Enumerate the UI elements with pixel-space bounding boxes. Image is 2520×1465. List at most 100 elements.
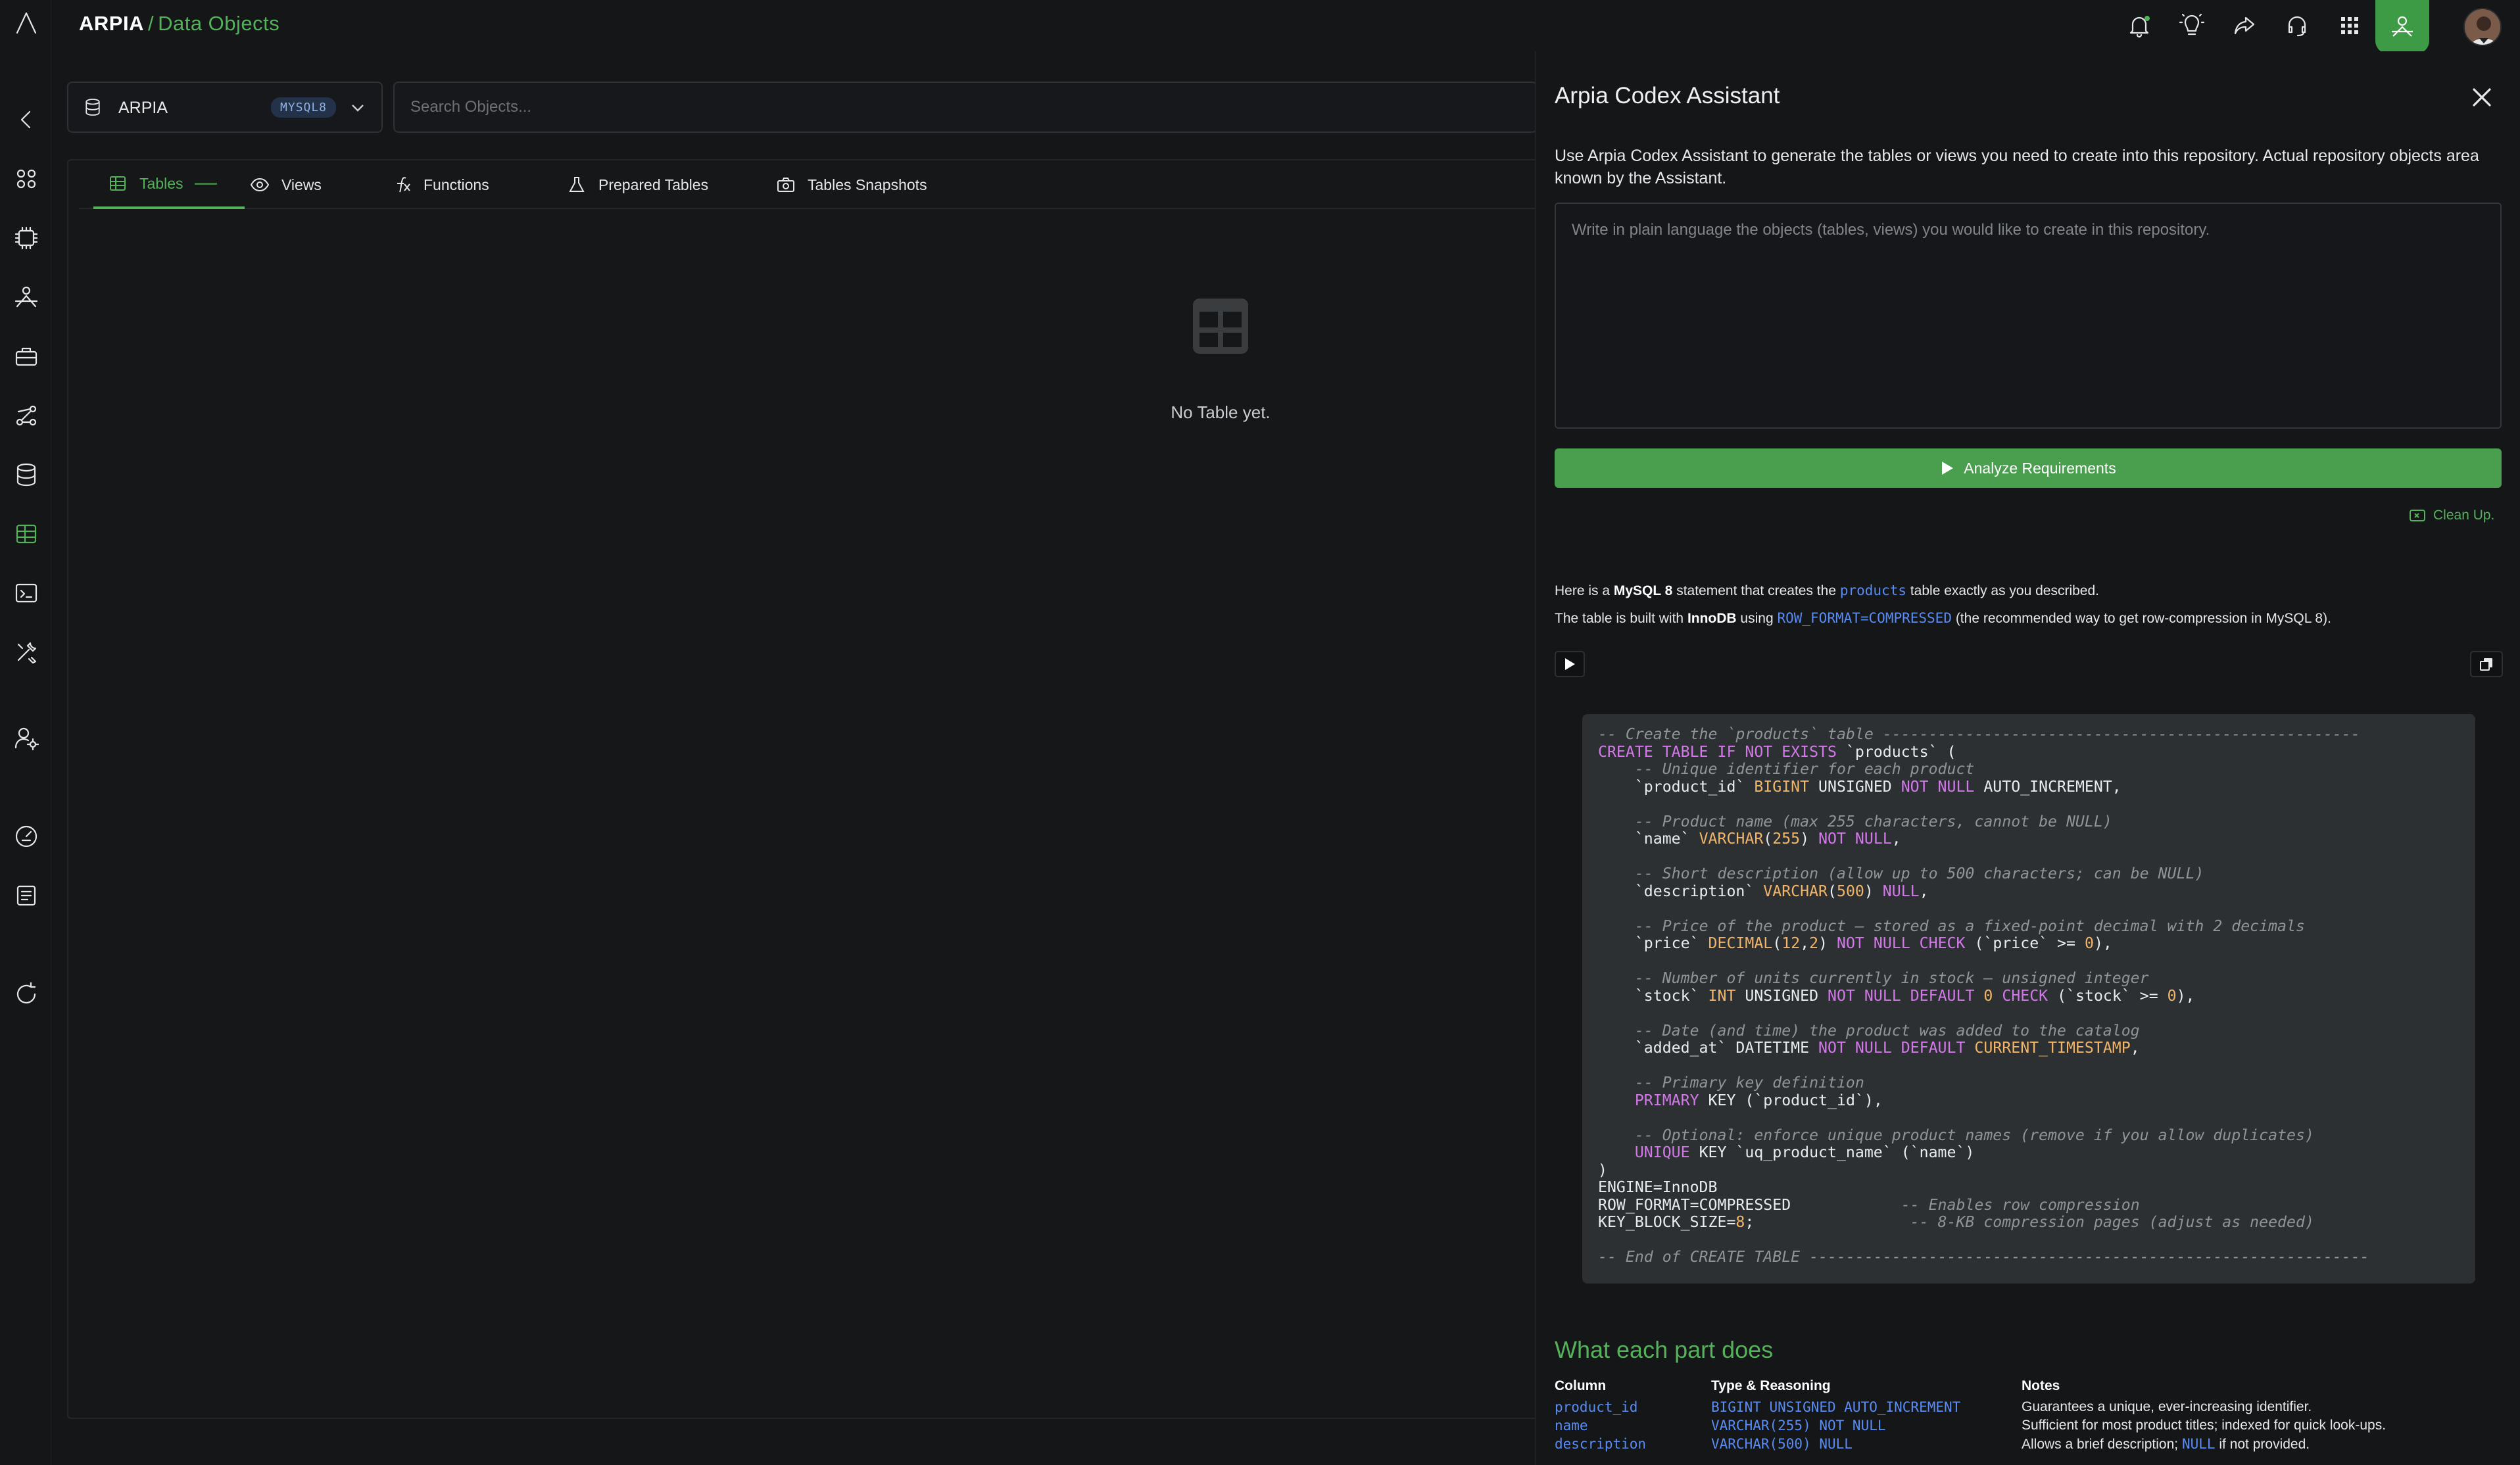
section-heading: What each part does [1555, 1336, 1774, 1363]
tab-label: Tables [139, 174, 183, 192]
cell-type: VARCHAR(500) NULL [1711, 1436, 1853, 1452]
response-text: The table is built with [1555, 611, 1687, 626]
response-line-1: Here is a MySQL 8 statement that creates… [1555, 583, 2099, 599]
dashboard-gauge-icon[interactable] [12, 822, 41, 851]
codex-assistant-panel: Arpia Codex Assistant Use Arpia Codex As… [1535, 51, 2520, 1465]
toolbox-icon[interactable] [12, 342, 41, 371]
arpia-logo-icon[interactable] [12, 8, 41, 37]
database-icon[interactable] [12, 460, 41, 489]
tab-count-indicator [195, 182, 218, 185]
run-sql-button[interactable] [1555, 651, 1585, 677]
breadcrumb-separator: / [147, 12, 155, 35]
object-tabs: Tables Views Functions Prepared Tables T… [79, 160, 1539, 209]
sql-code: -- Create the `products` table ---------… [1598, 725, 2369, 1266]
cell-notes: Guarantees a unique, ever-increasing ide… [2022, 1399, 2312, 1414]
table-row: name VARCHAR(255) NOT NULL Sufficient fo… [1555, 1416, 2502, 1435]
tab-label: Prepared Tables [598, 176, 709, 193]
tab-tables[interactable]: Tables [93, 160, 245, 209]
ai-chip-icon[interactable] [12, 224, 41, 252]
play-icon [1565, 658, 1575, 670]
cleanup-button[interactable]: Clean Up. [2408, 506, 2494, 525]
response-text: (the recommended way to get row-compress… [1951, 611, 2331, 626]
tab-prepared-tables[interactable]: Prepared Tables [567, 160, 708, 209]
cleanup-label: Clean Up. [2433, 508, 2495, 523]
flask-icon [569, 177, 585, 192]
share-icon[interactable] [2229, 11, 2260, 41]
notes-text: Allows a brief description; [2022, 1437, 2182, 1452]
tab-tables-snapshots[interactable]: Tables Snapshots [776, 160, 927, 209]
database-icon [85, 99, 100, 116]
eraser-icon [2410, 510, 2425, 521]
eye-icon [250, 178, 270, 192]
chevron-down-icon [352, 105, 364, 112]
copy-icon [2480, 658, 2492, 671]
repository-selector[interactable]: ARPIA MYSQL8 [67, 82, 383, 133]
apps-icon[interactable] [12, 164, 41, 193]
close-icon [2473, 88, 2491, 107]
copy-code-button[interactable] [2470, 651, 2503, 677]
search-input[interactable]: Search Objects... [393, 82, 1538, 133]
table-header-row: Column Type & Reasoning Notes [1555, 1377, 2502, 1398]
cell-notes: Allows a brief description; NULL if not … [2022, 1435, 2502, 1454]
table-row: product_id BIGINT UNSIGNED AUTO_INCREMEN… [1555, 1398, 2502, 1416]
tab-views[interactable]: Views [250, 160, 322, 209]
page-title: Data Objects [158, 12, 280, 35]
notifications-bell-icon[interactable] [2124, 11, 2154, 41]
assistant-title: Arpia Codex Assistant [1555, 83, 1780, 108]
response-line-2: The table is built with InnoDB using ROW… [1555, 610, 2331, 627]
cell-column: description [1555, 1436, 1647, 1452]
brand-name[interactable]: ARPIA [79, 12, 144, 35]
parts-table: Column Type & Reasoning Notes product_id… [1555, 1377, 2502, 1454]
db-engine-badge: MYSQL8 [271, 97, 337, 118]
terminal-icon[interactable] [12, 579, 41, 608]
graph-icon[interactable] [12, 401, 41, 430]
response-bold: InnoDB [1687, 611, 1737, 626]
repository-name: ARPIA [118, 99, 168, 117]
cell-type: BIGINT UNSIGNED AUTO_INCREMENT [1711, 1399, 1961, 1415]
response-text: table exactly as you described. [1906, 583, 2099, 598]
avatar[interactable] [2463, 8, 2502, 46]
grid-icon [1193, 299, 1248, 354]
apps-grid-icon[interactable] [2335, 11, 2365, 41]
close-button[interactable] [2467, 83, 2496, 112]
tab-functions[interactable]: Functions [392, 160, 489, 209]
data-objects-icon[interactable] [12, 519, 41, 548]
sql-code-block[interactable]: -- Create the `products` table ---------… [1582, 714, 2475, 1284]
document-list-icon[interactable] [12, 881, 41, 910]
response-bold: MySQL 8 [1613, 583, 1673, 598]
user-settings-icon[interactable] [12, 723, 41, 752]
support-headset-icon[interactable] [2282, 11, 2312, 41]
response-text: using [1736, 611, 1778, 626]
cell-notes: Sufficient for most product titles; inde… [2022, 1418, 2387, 1433]
left-rail [0, 0, 51, 1465]
cell-column: product_id [1555, 1399, 1638, 1415]
notes-text: if not provided. [2215, 1437, 2310, 1452]
column-header: Column [1555, 1378, 1607, 1393]
user-pipeline-icon [2392, 16, 2413, 37]
tab-label: Views [281, 176, 322, 193]
inline-code: NULL [2181, 1436, 2216, 1452]
requirements-textarea[interactable]: Write in plain language the objects (tab… [1555, 203, 2502, 429]
table-icon [110, 176, 126, 191]
play-icon [1942, 462, 1954, 475]
refresh-icon[interactable] [12, 980, 41, 1009]
response-text: statement that creates the [1672, 583, 1840, 598]
inline-code: products [1839, 583, 1906, 598]
function-icon [397, 177, 410, 193]
tab-label: Tables Snapshots [808, 176, 927, 193]
analyze-label: Analyze Requirements [1964, 459, 2116, 477]
back-arrow-icon[interactable] [12, 105, 41, 134]
cell-column: name [1555, 1418, 1588, 1433]
empty-state-text: No Table yet. [1171, 402, 1271, 422]
lightbulb-icon[interactable] [2177, 11, 2207, 41]
assistant-toggle-button[interactable] [2375, 0, 2429, 54]
column-header: Notes [2022, 1378, 2060, 1393]
inline-code: ROW_FORMAT=COMPRESSED [1777, 610, 1952, 626]
cell-type: VARCHAR(255) NOT NULL [1711, 1418, 1886, 1433]
analyze-requirements-button[interactable]: Analyze Requirements [1555, 448, 2502, 488]
tools-icon[interactable] [12, 638, 41, 667]
column-header: Type & Reasoning [1711, 1378, 1831, 1393]
pipeline-icon[interactable] [12, 283, 41, 312]
breadcrumb: ARPIA / Data Objects [79, 12, 279, 36]
tab-label: Functions [424, 176, 489, 193]
